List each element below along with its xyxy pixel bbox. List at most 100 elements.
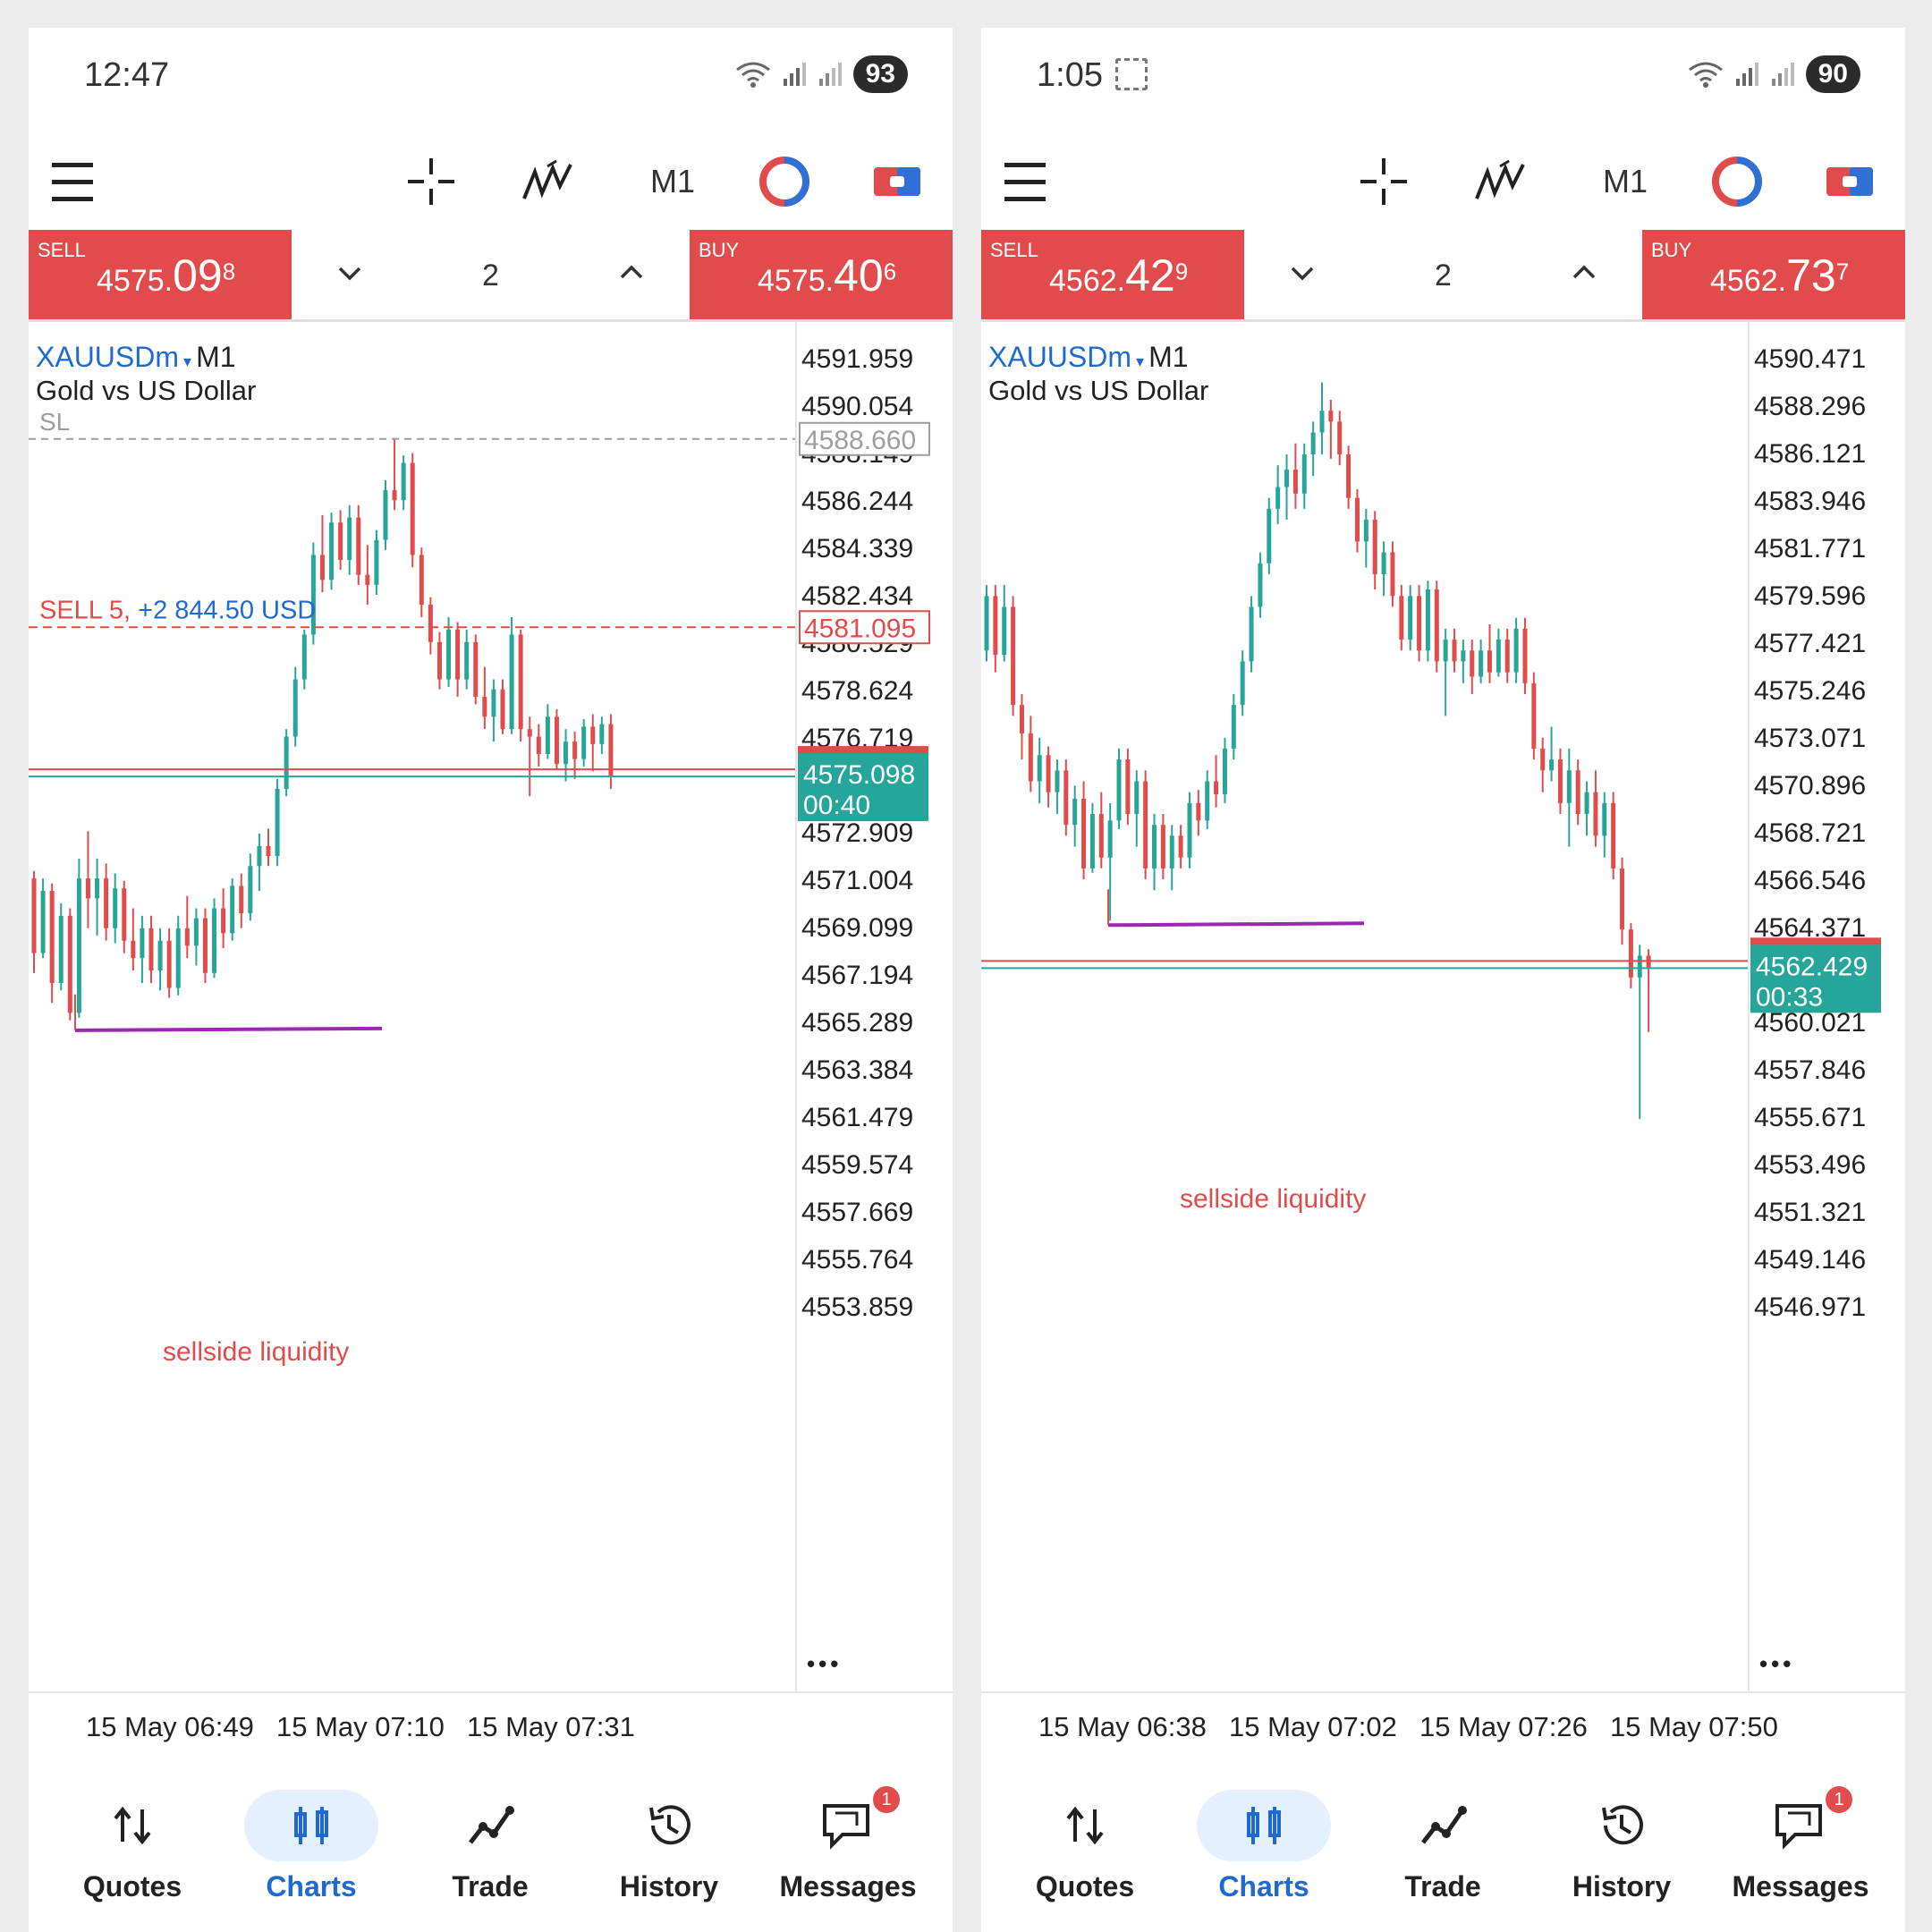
nav-messages[interactable]: 1 Messages — [1711, 1772, 1890, 1924]
candle-body — [1513, 628, 1519, 673]
menu-icon[interactable] — [1003, 155, 1047, 208]
nav-label: History — [1572, 1870, 1672, 1902]
nav-messages[interactable]: 1 Messages — [758, 1772, 937, 1924]
more-options-icon[interactable]: ••• — [807, 1650, 842, 1678]
quotes-icon — [65, 1790, 199, 1861]
candle-body — [1602, 802, 1607, 836]
screenshot-icon — [1115, 58, 1148, 90]
timeframe-button[interactable]: M1 — [632, 155, 713, 208]
nav-charts[interactable]: Charts — [1174, 1772, 1353, 1924]
nav-trade[interactable]: Trade — [1353, 1772, 1532, 1924]
lot-stepper: 2 — [292, 230, 690, 319]
candle-body — [301, 634, 307, 680]
candle-body — [1504, 640, 1510, 673]
chevron-up-icon[interactable] — [618, 255, 645, 295]
symbol-header: XAUUSDm ▾ M1 — [988, 341, 1189, 373]
candle-body — [1134, 781, 1140, 815]
crosshair-icon[interactable] — [1357, 155, 1411, 208]
candle-body — [984, 596, 989, 651]
candle-body — [1461, 650, 1466, 662]
candle-body — [113, 888, 118, 928]
candle-body — [1593, 792, 1598, 836]
trade-toggle-icon[interactable] — [1818, 155, 1881, 208]
indicator-icon[interactable] — [516, 155, 579, 208]
nav-quotes[interactable]: Quotes — [43, 1772, 222, 1924]
candle-body — [1231, 705, 1236, 749]
nav-quotes[interactable]: Quotes — [996, 1772, 1174, 1924]
sell-button[interactable]: SELL 4562.429 — [981, 230, 1244, 319]
timeframe-button[interactable]: M1 — [1585, 155, 1665, 208]
symbol-name[interactable]: XAUUSDm — [988, 341, 1131, 373]
candle-body — [1055, 770, 1060, 792]
candle-body — [1531, 682, 1537, 749]
candle-body — [1425, 589, 1430, 651]
candle-body — [428, 605, 433, 642]
time-tick-label: 15 May 07:10 — [276, 1711, 445, 1742]
candle-body — [392, 490, 397, 501]
sell-button[interactable]: SELL 4575.098 — [29, 230, 292, 319]
chevron-up-icon[interactable] — [1571, 255, 1597, 295]
history-icon — [1555, 1790, 1689, 1861]
buy-button[interactable]: BUY 4562.737 — [1642, 230, 1905, 319]
indicator-icon[interactable] — [1469, 155, 1531, 208]
liquidity-line[interactable] — [74, 1026, 383, 1032]
candle-body — [76, 878, 81, 1013]
crosshair-icon[interactable] — [404, 155, 458, 208]
candle-body — [175, 928, 181, 988]
time-axis: 15 May 06:38 15 May 07:02 15 May 07:26 15 M… — [981, 1691, 1905, 1774]
nav-history[interactable]: History — [1532, 1772, 1711, 1924]
sell-label: SELL — [38, 239, 86, 261]
chevron-down-icon[interactable] — [1289, 255, 1316, 295]
cycle-icon[interactable] — [1706, 155, 1768, 208]
candle-body — [1557, 759, 1563, 803]
candle-body — [1611, 802, 1616, 869]
candle-body — [266, 845, 271, 857]
more-options-icon[interactable]: ••• — [1759, 1650, 1794, 1678]
candle-body — [1160, 825, 1165, 869]
cycle-icon[interactable] — [753, 155, 816, 208]
liquidity-line[interactable] — [1107, 921, 1365, 928]
menu-icon[interactable] — [50, 155, 95, 208]
nav-label: Messages — [1732, 1870, 1869, 1902]
candle-body — [1646, 955, 1651, 970]
nav-history[interactable]: History — [580, 1772, 758, 1924]
buy-label: BUY — [699, 239, 740, 261]
candle-body — [1399, 596, 1404, 640]
nav-trade[interactable]: Trade — [401, 1772, 580, 1924]
candle-body — [1549, 759, 1555, 771]
candle-body — [993, 596, 998, 656]
candle-body — [1434, 589, 1439, 662]
chart-area[interactable]: 4591.9594590.0544588.1494586.2444584.339… — [29, 321, 930, 1691]
candle-body — [419, 555, 424, 606]
buy-button[interactable]: BUY 4575.406 — [690, 230, 953, 319]
nav-charts[interactable]: Charts — [222, 1772, 401, 1924]
candle-body — [1152, 825, 1157, 869]
candle-body — [1019, 705, 1024, 733]
candle-body — [1214, 781, 1219, 795]
charts-icon — [244, 1790, 378, 1861]
candle-body — [590, 726, 596, 744]
signal-icon — [818, 63, 842, 86]
candle-body — [1063, 770, 1069, 826]
lot-stepper: 2 — [1244, 230, 1642, 319]
candle-body — [527, 729, 532, 737]
candle-body — [202, 918, 208, 973]
candle-body — [356, 517, 361, 575]
status-bar: 1:05 90 — [981, 28, 1905, 126]
candle-body — [1390, 552, 1395, 597]
unread-badge: 1 — [1826, 1786, 1852, 1813]
candle-body — [1381, 552, 1386, 574]
chart-area[interactable]: 4590.471 4588.296 4586.121 4583.946 4581.771… — [981, 321, 1881, 1691]
candle-body — [1496, 640, 1501, 673]
candle-body — [436, 641, 442, 680]
candle-body — [1028, 733, 1033, 782]
candle-body — [257, 845, 262, 867]
signal-icon — [783, 63, 806, 86]
trade-bar: SELL 4562.429 2 BUY 4562.737 — [981, 230, 1905, 322]
price-axis — [1748, 321, 1905, 1691]
symbol-name[interactable]: XAUUSDm — [36, 341, 179, 373]
candle-body — [284, 736, 289, 789]
chevron-down-icon[interactable] — [336, 255, 363, 295]
signal-icon — [1771, 63, 1794, 86]
trade-toggle-icon[interactable] — [866, 155, 928, 208]
